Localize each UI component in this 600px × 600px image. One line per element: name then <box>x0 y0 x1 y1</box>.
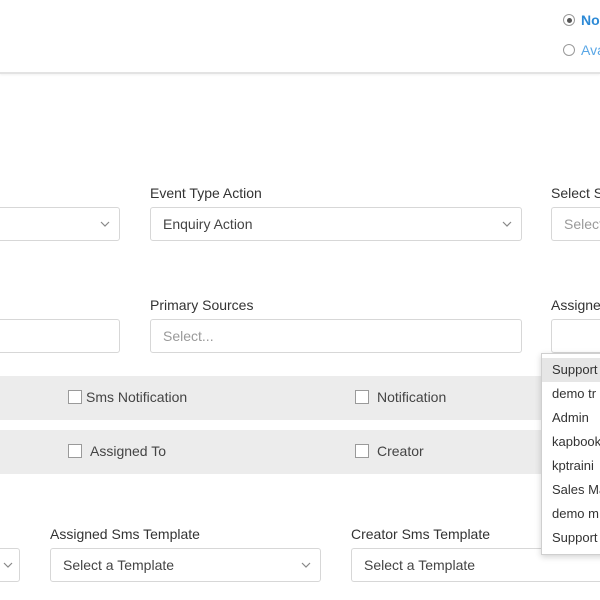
chevron-down-icon[interactable] <box>91 208 119 240</box>
assigned-label: Assigne <box>551 297 600 313</box>
chevron-down-icon[interactable] <box>493 208 521 240</box>
checkbox[interactable] <box>68 390 82 404</box>
dropdown-option[interactable]: Support <box>542 358 600 382</box>
select-s-label: Select S <box>551 185 600 201</box>
dropdown-option[interactable]: demo m <box>542 502 600 526</box>
dropdown-option[interactable]: Support <box>542 526 600 550</box>
dropdown-option[interactable]: demo tr <box>542 382 600 406</box>
checkbox-label: Creator <box>377 443 424 459</box>
assigned-dropdown-list[interactable]: Support demo tr Admin kapbook kptraini S… <box>541 353 600 555</box>
radio-label: No <box>581 12 600 28</box>
notification-option[interactable]: Notification <box>355 388 446 406</box>
checkbox-label: Notification <box>377 389 447 405</box>
checkbox[interactable] <box>355 444 369 458</box>
event-type-action-select[interactable]: Enquiry Action <box>150 207 522 241</box>
dropdown-option[interactable]: kapbook <box>542 430 600 454</box>
select-placeholder: Select a Template <box>364 557 476 573</box>
primary-sources-label: Primary Sources <box>150 297 254 313</box>
checkbox-label: Sms Notification <box>86 389 188 405</box>
checkbox-label: Assigned To <box>90 443 167 459</box>
creator-sms-template-label: Creator Sms Template <box>351 526 491 542</box>
sms-notification-option[interactable]: Sms Notification <box>68 388 187 406</box>
assigned-to-option[interactable]: Assigned To <box>68 442 166 460</box>
checkbox[interactable] <box>355 390 369 404</box>
chevron-down-icon[interactable] <box>0 549 19 581</box>
chevron-down-icon[interactable] <box>292 549 320 581</box>
dropdown-option[interactable]: Sales Ma <box>542 478 600 502</box>
radio-option-available[interactable]: Ava <box>563 40 600 60</box>
dropdown-option[interactable]: Admin <box>542 406 600 430</box>
select-value: Enquiry Action <box>163 216 253 232</box>
radio-option-no[interactable]: No <box>563 10 600 30</box>
select-placeholder: Select... <box>163 328 214 344</box>
select-placeholder: Select a Template <box>63 557 175 573</box>
dropdown-option[interactable]: kptraini <box>542 454 600 478</box>
assigned-select[interactable] <box>551 319 600 353</box>
event-type-action-label: Event Type Action <box>150 185 262 201</box>
left-input-2[interactable] <box>0 319 120 353</box>
select-s-select[interactable]: Select <box>551 207 600 241</box>
left-select-1[interactable] <box>0 207 120 241</box>
checkbox[interactable] <box>68 444 82 458</box>
left-template-select[interactable] <box>0 548 20 582</box>
radio-button[interactable] <box>563 44 575 56</box>
radio-label: Ava <box>581 42 600 58</box>
creator-option[interactable]: Creator <box>355 442 424 460</box>
assigned-sms-template-label: Assigned Sms Template <box>50 526 200 542</box>
radio-button-checked[interactable] <box>563 14 575 26</box>
assigned-sms-template-select[interactable]: Select a Template <box>50 548 321 582</box>
select-placeholder: Select <box>564 216 600 232</box>
primary-sources-select[interactable]: Select... <box>150 319 522 353</box>
header-bar <box>0 0 600 74</box>
